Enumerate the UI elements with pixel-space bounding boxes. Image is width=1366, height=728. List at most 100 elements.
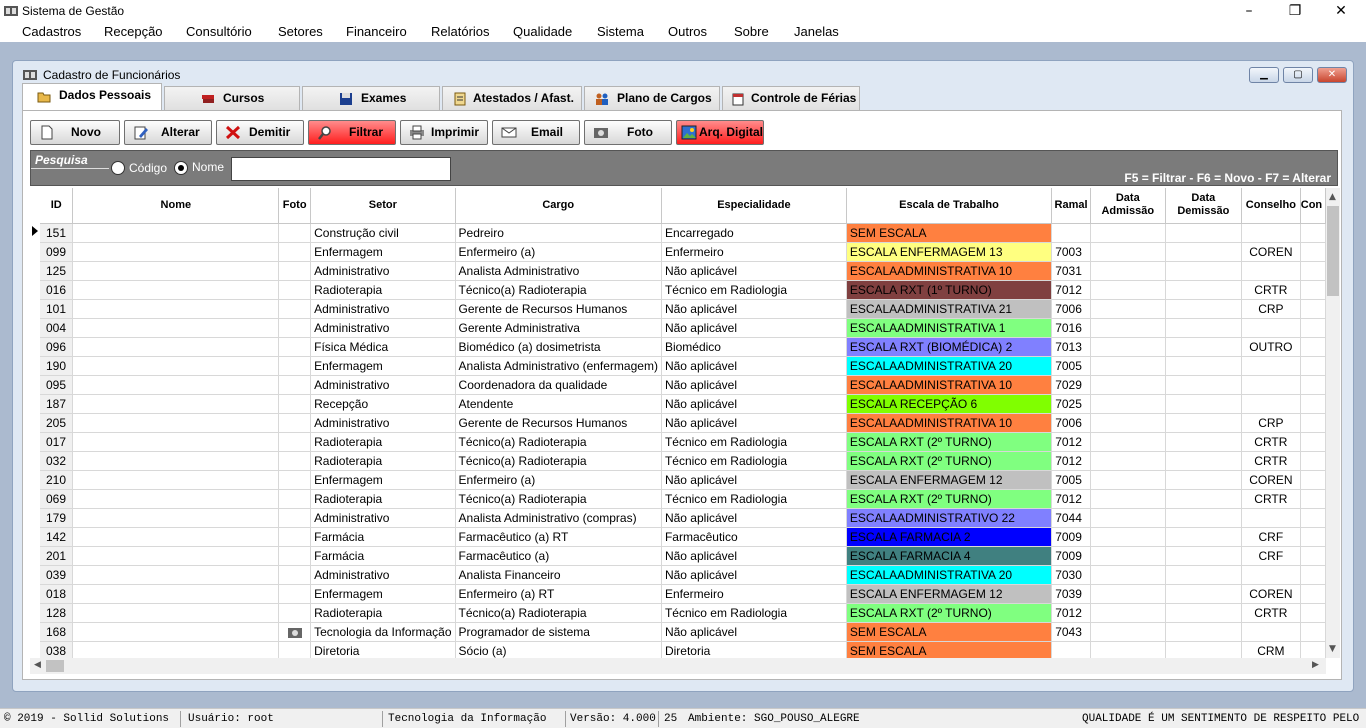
minimize-icon[interactable]: –	[1226, 0, 1272, 22]
foto-button[interactable]: Foto	[584, 120, 672, 145]
table-row[interactable]: 190 Enfermagem Analista Administrativo (en…	[40, 356, 1326, 376]
tab-atestados[interactable]: Atestados / Afast.	[442, 86, 582, 110]
col-escala[interactable]: Escala de Trabalho	[846, 188, 1053, 224]
novo-button[interactable]: Novo	[30, 120, 120, 145]
col-especialidade[interactable]: Especialidade	[661, 188, 847, 224]
col-ramal[interactable]: Ramal	[1051, 188, 1091, 224]
cell-ramal: 7012	[1051, 432, 1091, 452]
table-row[interactable]: 205 Administrativo Gerente de Recursos Hum…	[40, 413, 1326, 433]
tab-controle-ferias[interactable]: Controle de Férias	[722, 86, 860, 110]
col-foto[interactable]: Foto	[278, 188, 312, 224]
cell-con	[1300, 641, 1326, 658]
col-data-admissao[interactable]: Data Admissão	[1090, 188, 1166, 224]
books-icon	[202, 95, 214, 103]
col-setor[interactable]: Setor	[310, 188, 456, 224]
col-cargo[interactable]: Cargo	[455, 188, 662, 224]
vertical-scroll-thumb[interactable]	[1327, 206, 1339, 296]
window-maximize-icon[interactable]: ▢	[1283, 67, 1313, 83]
search-input[interactable]	[231, 157, 451, 181]
cell-escala: SEM ESCALA	[846, 223, 1053, 243]
arq-digital-button[interactable]: Arq. Digital	[676, 120, 764, 145]
cell-cargo: Analista Administrativo	[455, 261, 662, 281]
table-row[interactable]: 187 Recepção Atendente Não aplicável ESCALA …	[40, 394, 1326, 414]
menu-setores[interactable]: Setores	[278, 24, 323, 39]
table-row[interactable]: 128 Radioterapia Técnico(a) Radioterapia Té…	[40, 603, 1326, 623]
menu-janelas[interactable]: Janelas	[794, 24, 839, 39]
tab-cursos[interactable]: Cursos	[164, 86, 300, 110]
table-row[interactable]: 168 Tecnologia da Informação Programador d…	[40, 622, 1326, 642]
table-row[interactable]: 125 Administrativo Analista Administrativo…	[40, 261, 1326, 281]
scroll-left-icon[interactable]: ◀	[34, 660, 41, 670]
menu-sistema[interactable]: Sistema	[597, 24, 644, 39]
col-data-demissao[interactable]: Data Demissão	[1165, 188, 1242, 224]
scroll-right-icon[interactable]: ▶	[1312, 660, 1319, 670]
radio-codigo[interactable]	[111, 161, 125, 175]
demitir-button[interactable]: Demitir	[216, 120, 304, 145]
table-row[interactable]: 004 Administrativo Gerente Administrativa N…	[40, 318, 1326, 338]
table-row[interactable]: 201 Farmácia Farmacêutico (a) Não aplicável…	[40, 546, 1326, 566]
menu-relatorios[interactable]: Relatórios	[431, 24, 490, 39]
table-row[interactable]: 038 Diretoria Sócio (a) Diretoria SEM ESCALA…	[40, 641, 1326, 658]
cell-foto	[278, 641, 312, 658]
tab-exames[interactable]: Exames	[302, 86, 440, 110]
table-row[interactable]: 016 Radioterapia Técnico(a) Radioterapia Té…	[40, 280, 1326, 300]
folder-icon	[37, 92, 51, 103]
cell-ramal: 7030	[1051, 565, 1091, 585]
table-row[interactable]: 095 Administrativo Coordenadora da qualida…	[40, 375, 1326, 395]
window-minimize-icon[interactable]: ▁	[1249, 67, 1279, 83]
horizontal-scrollbar[interactable]: ◀ ▶	[30, 658, 1326, 674]
col-id[interactable]: ID	[40, 188, 74, 224]
table-row[interactable]: 096 Física Médica Biomédico (a) dosimetris…	[40, 337, 1326, 357]
col-conselho[interactable]: Conselho	[1241, 188, 1301, 224]
table-row[interactable]: 142 Farmácia Farmacêutico (a) RT Farmacêuti…	[40, 527, 1326, 547]
menu-cadastros[interactable]: Cadastros	[22, 24, 81, 39]
table-row[interactable]: 179 Administrativo Analista Administrativo…	[40, 508, 1326, 528]
employee-grid[interactable]: ID Nome Foto Setor Cargo Especialidade E…	[40, 188, 1326, 658]
alterar-button[interactable]: Alterar	[124, 120, 212, 145]
cell-dem	[1165, 375, 1242, 395]
menu-qualidade[interactable]: Qualidade	[513, 24, 572, 39]
cell-ramal: 7043	[1051, 622, 1091, 642]
table-row[interactable]: 039 Administrativo Analista Financeiro Não …	[40, 565, 1326, 585]
cell-escala: ESCALAADMINISTRATIVA 10	[846, 261, 1053, 281]
scroll-up-icon[interactable]: ▲	[1329, 192, 1336, 202]
cell-cargo: Gerente Administrativa	[455, 318, 662, 338]
table-row[interactable]: 101 Administrativo Gerente de Recursos Hum…	[40, 299, 1326, 319]
filtrar-button[interactable]: Filtrar	[308, 120, 396, 145]
restore-icon[interactable]: ❐	[1272, 0, 1318, 22]
tab-dados-pessoais[interactable]: Dados Pessoais	[22, 83, 162, 110]
cell-nome	[72, 337, 280, 357]
scroll-down-icon[interactable]: ▼	[1329, 644, 1336, 654]
menu-recepcao[interactable]: Recepção	[104, 24, 163, 39]
cell-foto	[278, 546, 312, 566]
status-env: Ambiente: SGO_POUSO_ALEGRE	[688, 713, 860, 725]
tab-plano-cargos[interactable]: Plano de Cargos	[584, 86, 720, 110]
cell-foto	[278, 432, 312, 452]
table-row[interactable]: 151 Construção civil Pedreiro Encarregado SE…	[40, 223, 1326, 243]
cell-setor: Administrativo	[310, 413, 456, 433]
cell-foto	[278, 337, 312, 357]
menu-sobre[interactable]: Sobre	[734, 24, 769, 39]
cell-foto	[278, 299, 312, 319]
col-nome[interactable]: Nome	[72, 188, 280, 224]
radio-nome[interactable]	[174, 161, 188, 175]
cell-conselho: OUTRO	[1241, 337, 1301, 357]
vertical-scrollbar[interactable]: ▲ ▼	[1326, 188, 1340, 658]
table-row[interactable]: 069 Radioterapia Técnico(a) Radioterapia Té…	[40, 489, 1326, 509]
cell-con	[1300, 432, 1326, 452]
horizontal-scroll-thumb[interactable]	[46, 660, 64, 672]
table-row[interactable]: 017 Radioterapia Técnico(a) Radioterapia Té…	[40, 432, 1326, 452]
status-copyright: © 2019 - Sollid Solutions	[4, 713, 170, 725]
email-button[interactable]: Email	[492, 120, 580, 145]
table-row[interactable]: 032 Radioterapia Técnico(a) Radioterapia Té…	[40, 451, 1326, 471]
table-row[interactable]: 099 Enfermagem Enfermeiro (a) Enfermeiro ESC…	[40, 242, 1326, 262]
table-row[interactable]: 210 Enfermagem Enfermeiro (a) Não aplicável…	[40, 470, 1326, 490]
menu-financeiro[interactable]: Financeiro	[346, 24, 407, 39]
window-close-icon[interactable]: ✕	[1317, 67, 1347, 83]
menu-consultorio[interactable]: Consultório	[186, 24, 252, 39]
menu-outros[interactable]: Outros	[668, 24, 707, 39]
table-row[interactable]: 018 Enfermagem Enfermeiro (a) RT Enfermeiro…	[40, 584, 1326, 604]
close-icon[interactable]: ✕	[1318, 0, 1364, 22]
imprimir-button[interactable]: Imprimir	[400, 120, 488, 145]
col-con[interactable]: Con	[1300, 188, 1326, 224]
